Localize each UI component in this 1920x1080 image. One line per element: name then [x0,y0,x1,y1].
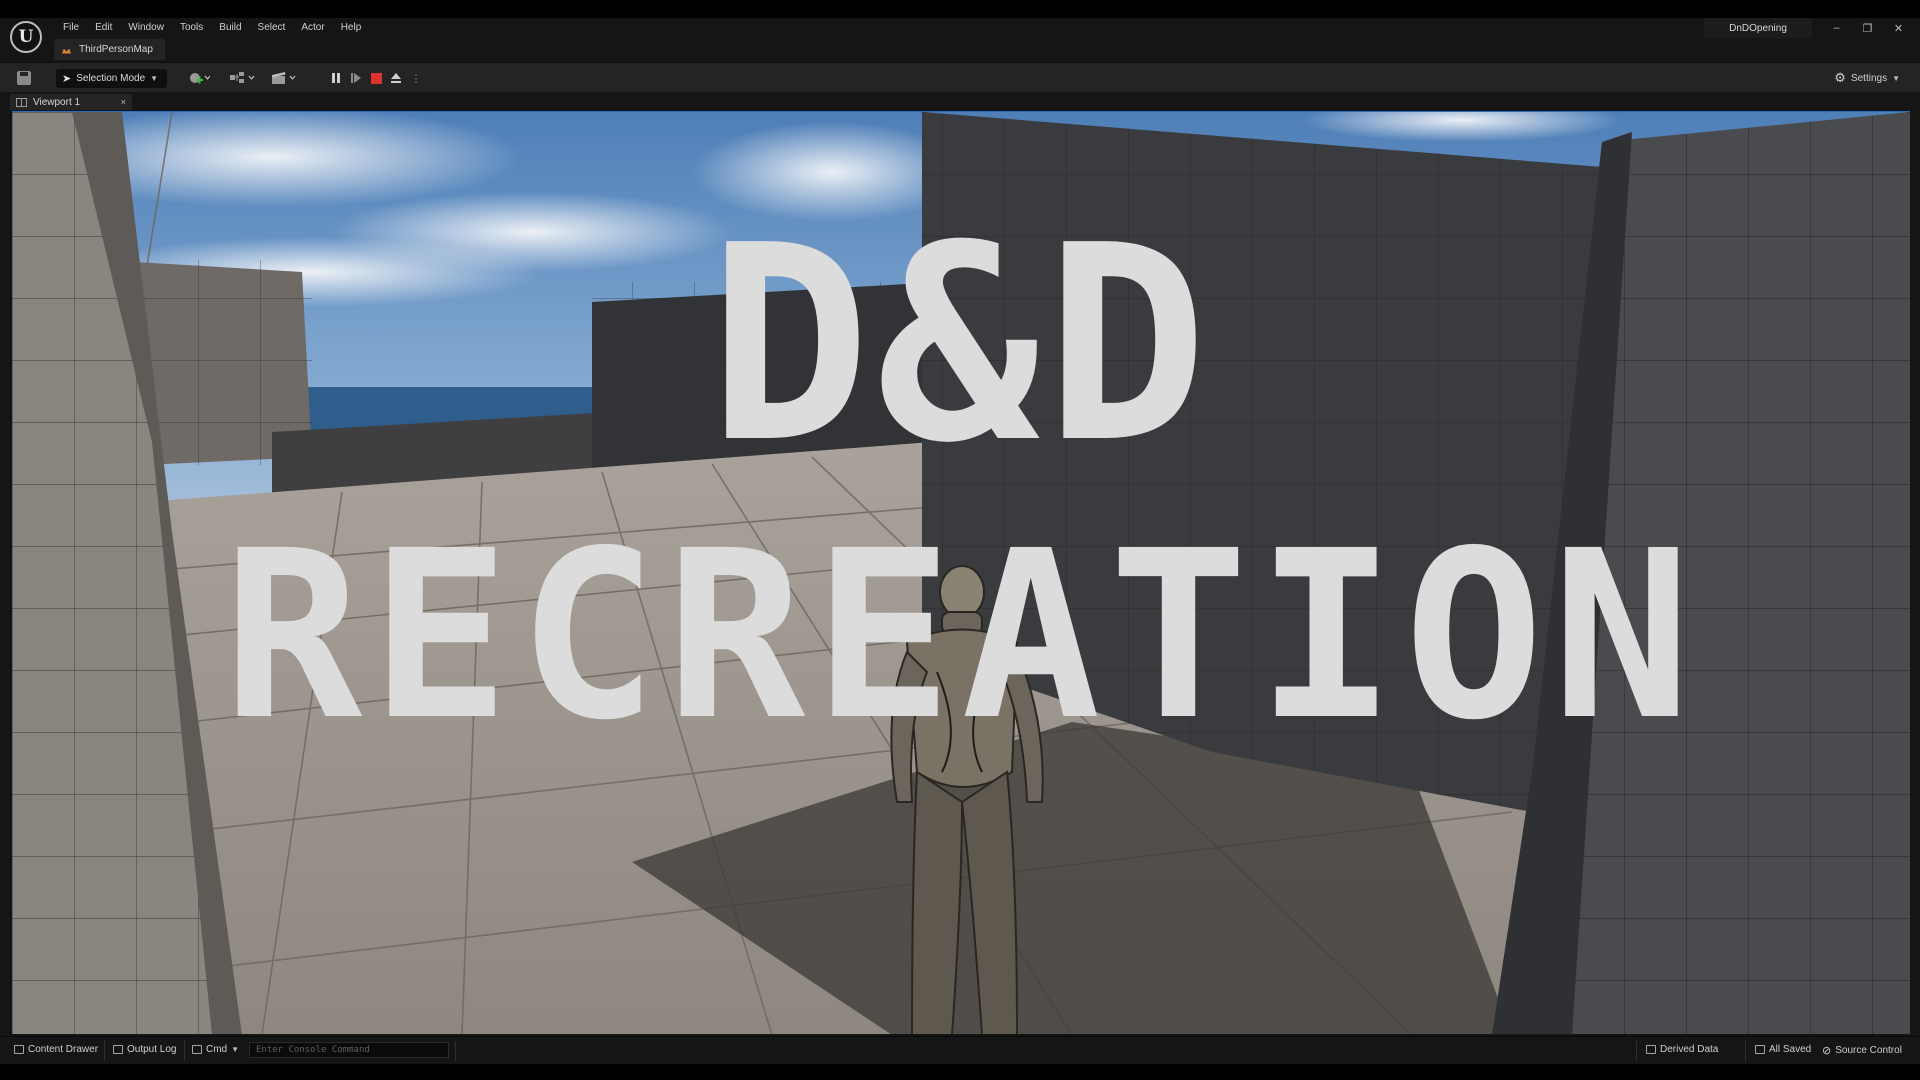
chevron-down-icon: ▼ [231,1045,240,1054]
add-actor-icon [190,73,210,84]
editor-window: U File Edit Window Tools Build Select Ac… [0,18,1920,1064]
map-icon [62,45,72,55]
menu-edit[interactable]: Edit [87,20,120,35]
menu-window[interactable]: Window [120,20,172,35]
content-drawer-button[interactable]: Content Drawer [14,1044,98,1055]
more-options-icon[interactable]: ⋮ [408,70,424,86]
settings-label: Settings [1850,72,1888,84]
main-menu: File Edit Window Tools Build Select Acto… [55,20,369,35]
blueprint-icon [230,72,255,83]
cursor-icon: ➤ [62,73,72,85]
close-icon[interactable]: ✕ [1883,18,1914,38]
menu-help[interactable]: Help [333,20,370,35]
menu-actor[interactable]: Actor [293,20,332,35]
title-line-2: RECREATION [222,501,1700,771]
chevron-down-icon: ▼ [1892,73,1900,83]
stop-icon[interactable] [368,70,384,86]
project-name: DnDOpening [1704,18,1812,38]
selection-mode-label: Selection Mode [76,73,146,84]
main-toolbar: ➤ Selection Mode ▼ ⋮ ⚙ Settings ▼ [0,62,1920,92]
settings-button[interactable]: ⚙ Settings ▼ [1834,70,1900,86]
title-line-1: D&D [708,187,1214,502]
derived-data-label: Derived Data [1660,1044,1719,1055]
blueprint-button[interactable] [228,70,256,86]
content-drawer-label: Content Drawer [28,1044,99,1055]
status-bar: Content Drawer Output Log Cmd ▼ Enter Co… [0,1036,1920,1064]
eject-icon[interactable] [388,70,404,86]
source-control-icon: ⊘ [1822,1045,1832,1057]
level-tab-label: ThirdPersonMap [79,44,153,55]
viewport-tab-row: Viewport 1 × [0,92,1920,110]
menu-file[interactable]: File [55,20,87,35]
output-log-icon [113,1045,123,1054]
all-saved-label: All Saved [1769,1044,1812,1055]
menu-tools[interactable]: Tools [172,20,211,35]
terminal-icon [192,1045,202,1054]
minimize-icon[interactable]: – [1821,18,1852,38]
viewport-icon [16,97,27,107]
level-tab[interactable]: ThirdPersonMap [54,39,165,60]
frame-skip-icon[interactable] [348,70,364,86]
derived-data-icon [1646,1045,1656,1054]
menu-select[interactable]: Select [250,20,294,35]
chevron-down-icon: ▼ [150,74,159,83]
play-controls: ⋮ [328,70,424,86]
viewport-tab[interactable]: Viewport 1 × [10,94,132,110]
gear-icon: ⚙ [1834,70,1846,85]
restore-icon[interactable]: ❐ [1852,18,1883,38]
cinematics-button[interactable] [270,70,298,86]
pause-icon[interactable] [328,70,344,86]
derived-data-button[interactable]: Derived Data [1646,1044,1718,1055]
source-control-label: Source Control [1835,1045,1902,1056]
output-log-label: Output Log [127,1044,177,1055]
clapperboard-icon [272,72,296,84]
source-control-button[interactable]: ⊘ Source Control [1822,1044,1902,1057]
menu-bar: U File Edit Window Tools Build Select Ac… [0,18,1920,62]
level-viewport[interactable]: D&D RECREATION [12,111,1910,1034]
content-drawer-icon [14,1045,24,1054]
menu-build[interactable]: Build [211,20,249,35]
console-command-input[interactable]: Enter Console Command [249,1042,449,1058]
selection-mode-dropdown[interactable]: ➤ Selection Mode ▼ [56,69,168,88]
window-controls: – ❐ ✕ [1821,18,1914,38]
viewport-tab-label: Viewport 1 [33,96,81,108]
saved-icon [1755,1045,1765,1054]
add-actor-button[interactable] [188,70,210,86]
unreal-logo-icon[interactable]: U [10,21,42,53]
close-tab-icon[interactable]: × [121,97,126,107]
save-status-button[interactable]: All Saved [1755,1044,1811,1055]
save-icon[interactable] [17,71,31,85]
cmd-label: Cmd [206,1044,228,1055]
output-log-button[interactable]: Output Log [113,1044,176,1055]
cmd-dropdown[interactable]: Cmd ▼ [192,1044,239,1055]
